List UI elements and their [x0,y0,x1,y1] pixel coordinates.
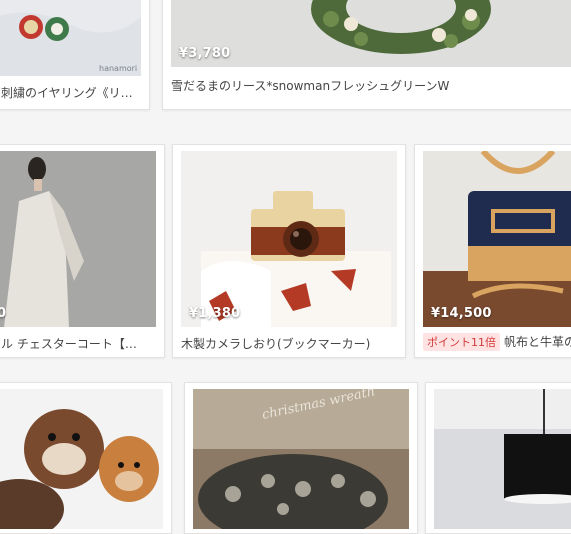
product-card-earring[interactable]: hanamori …刺繍のイヤリング《リ… [0,0,150,110]
price-label-camera: ¥1,380 [189,306,241,321]
watermark-text: hanamori [99,64,137,73]
product-image-xmas[interactable]: christmas wreath [193,389,409,529]
price-label-bag: ¥14,500 [431,306,492,321]
product-card-camera[interactable]: ¥1,380 木製カメラしおり(ブックマーカー) [172,144,406,358]
product-image-wreath[interactable]: ¥3,780 [171,0,571,67]
product-title-camera[interactable]: 木製カメラしおり(ブックマーカー) [181,335,397,352]
product-title-bag[interactable]: ポイント11倍 帆布と牛革の [423,333,571,351]
product-card-wreath[interactable]: ¥3,780 雪だるまのリース*snowmanフレッシュグリーンW [162,0,571,110]
product-image-earring[interactable]: hanamori [0,0,141,76]
product-title-bag-text: 帆布と牛革の [504,335,571,349]
product-image-camera[interactable]: ¥1,380 [181,151,397,327]
product-image-felt[interactable] [0,389,163,529]
product-title-coat[interactable]: ール チェスターコート【… [0,335,154,352]
product-card-xmas[interactable]: christmas wreath [184,382,418,534]
product-image-lamp[interactable] [434,389,571,529]
product-card-lamp[interactable] [425,382,571,534]
product-title-wreath[interactable]: 雪だるまのリース*snowmanフレッシュグリーンW [171,77,571,94]
price-label-coat: 0 [0,306,7,321]
point-badge: ポイント11倍 [423,333,500,351]
product-image-coat[interactable]: 0 [0,151,156,327]
product-card-felt[interactable] [0,382,172,534]
product-image-bag[interactable]: ¥14,500 [423,151,571,327]
product-card-bag[interactable]: ¥14,500 ポイント11倍 帆布と牛革の [414,144,571,358]
price-label-wreath: ¥3,780 [179,46,231,61]
product-title-earring[interactable]: …刺繍のイヤリング《リ… [0,84,139,101]
product-card-coat[interactable]: 0 ール チェスターコート【… [0,144,165,358]
